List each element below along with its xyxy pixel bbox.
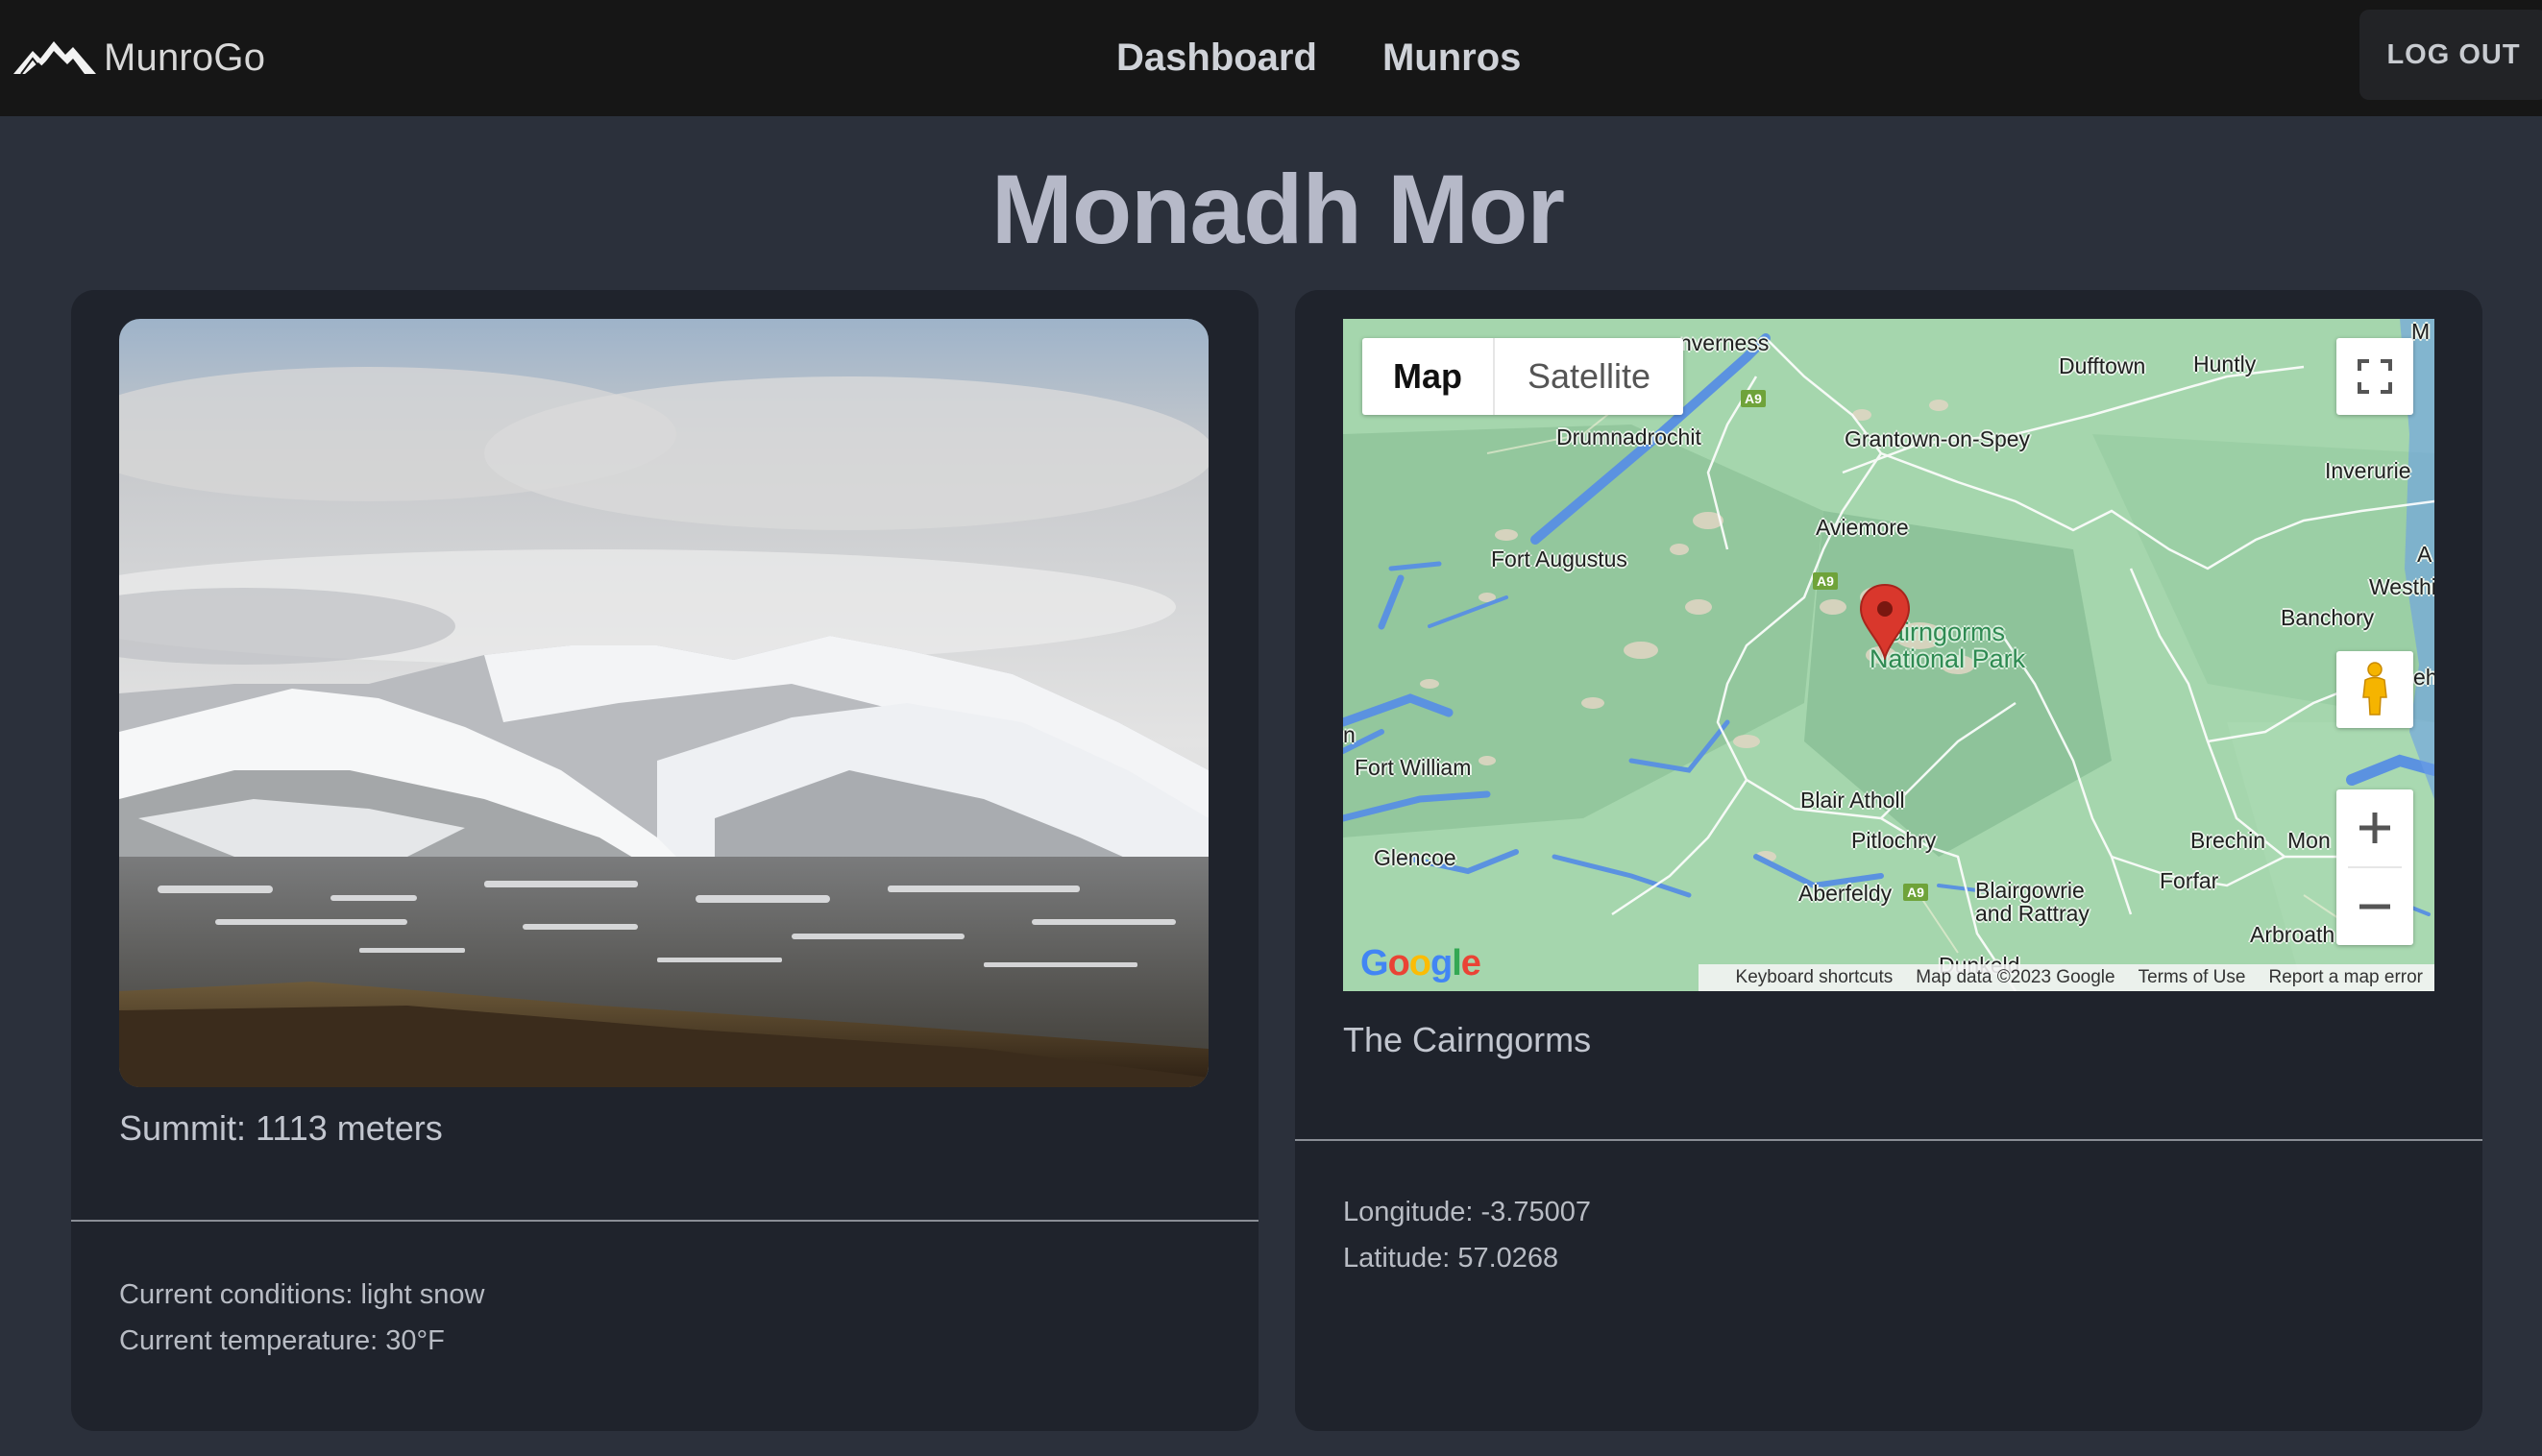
map-place-label: Banchory <box>2281 605 2375 630</box>
map-place-label: Glencoe <box>1374 845 1456 870</box>
google-logo[interactable]: Google <box>1360 943 1481 984</box>
plus-icon <box>2359 813 2390 843</box>
brand-link[interactable]: MunroGo <box>12 29 265 86</box>
map-place-label: Fort William <box>1355 755 1472 780</box>
map-view[interactable]: nverness Dufftown Huntly M Drumnadrochit… <box>1343 319 2434 991</box>
map-place-label: n <box>1343 722 1356 747</box>
map-place-label: Mon <box>2287 828 2331 853</box>
nav-munros-link[interactable]: Munros <box>1382 36 1521 80</box>
mountain-photo <box>119 319 1209 1087</box>
nav-links: Dashboard Munros <box>1116 29 1586 86</box>
coordinates-info: Longitude: -3.75007 Latitude: 57.0268 <box>1343 1189 1591 1281</box>
summit-height: Summit: 1113 meters <box>119 1108 443 1148</box>
page-title: Monadh Mor <box>990 155 1565 264</box>
zoom-separator <box>2348 866 2402 868</box>
map-place-label: Aviemore <box>1816 515 1909 540</box>
report-map-error-link[interactable]: Report a map error <box>2257 967 2434 988</box>
map-place-label: Dufftown <box>2059 353 2146 378</box>
terms-of-use-link[interactable]: Terms of Use <box>2127 967 2258 988</box>
road-sign-a9: A9 <box>1813 572 1838 590</box>
map-place-label: Brechin <box>2190 828 2265 853</box>
map-place-label: Blair Atholl <box>1800 788 1905 813</box>
map-place-label: Grantown-on-Spey <box>1845 426 2031 451</box>
divider <box>71 1220 1259 1222</box>
pegman-icon <box>2362 662 2387 716</box>
current-temperature: Current temperature: 30°F <box>119 1325 445 1356</box>
map-place-label: Pitlochry <box>1851 828 1937 853</box>
mountains-icon <box>12 34 98 83</box>
current-conditions: Current conditions: light snow <box>119 1279 485 1310</box>
map-place-label: M <box>2411 319 2431 344</box>
weather-info: Current conditions: light snow Current t… <box>119 1272 484 1364</box>
map-place-label: Inverurie <box>2325 458 2411 483</box>
mountain-info-card: Summit: 1113 meters Current conditions: … <box>71 290 1259 1431</box>
road-sign-a9: A9 <box>1903 884 1928 901</box>
map-place-label: Westhi <box>2369 574 2434 599</box>
logout-button[interactable]: LOG OUT <box>2359 10 2542 100</box>
map-type-map-button[interactable]: Map <box>1362 338 1495 415</box>
latitude-value: Latitude: 57.0268 <box>1343 1243 1559 1274</box>
nav-dashboard-link[interactable]: Dashboard <box>1116 36 1317 80</box>
brand-name: MunroGo <box>104 36 266 79</box>
map-type-control: Map Satellite <box>1362 338 1683 415</box>
longitude-value: Longitude: -3.75007 <box>1343 1197 1591 1227</box>
map-place-label: Aberfeldy <box>1798 881 1893 906</box>
navbar: MunroGo Dashboard Munros LOG OUT <box>0 0 2542 116</box>
map-place-label: A <box>2417 542 2432 567</box>
fullscreen-icon <box>2358 359 2392 394</box>
location-card: nverness Dufftown Huntly M Drumnadrochit… <box>1295 290 2482 1431</box>
map-place-label: Forfar <box>2160 868 2219 893</box>
location-marker-icon[interactable] <box>1858 583 1912 660</box>
map-place-label: eh <box>2413 665 2434 690</box>
divider <box>1295 1139 2482 1141</box>
map-place-label: Drumnadrochit <box>1556 425 1701 449</box>
map-place-label: nverness <box>1679 330 1770 355</box>
map-place-label: Blairgowrie <box>1975 878 2085 903</box>
fullscreen-button[interactable] <box>2336 338 2413 415</box>
region-name: The Cairngorms <box>1343 1020 1592 1059</box>
zoom-in-button[interactable] <box>2336 789 2413 866</box>
map-place-label: Arbroath <box>2250 922 2335 947</box>
map-place-label: Huntly <box>2193 352 2257 376</box>
map-place-label: Fort Augustus <box>1491 546 1627 571</box>
zoom-control <box>2336 789 2413 945</box>
zoom-out-button[interactable] <box>2336 868 2413 945</box>
road-sign-a9: A9 <box>1741 390 1766 407</box>
street-view-button[interactable] <box>2336 651 2413 728</box>
minus-icon <box>2359 904 2390 910</box>
map-place-label: and Rattray <box>1975 901 2090 926</box>
keyboard-shortcuts-link[interactable]: Keyboard shortcuts <box>1724 967 1905 988</box>
map-type-satellite-button[interactable]: Satellite <box>1495 338 1683 415</box>
map-data-credit: Map data ©2023 Google <box>1916 967 2115 987</box>
map-attribution-bar: Keyboard shortcuts Map data ©2023 Google… <box>1699 964 2434 991</box>
